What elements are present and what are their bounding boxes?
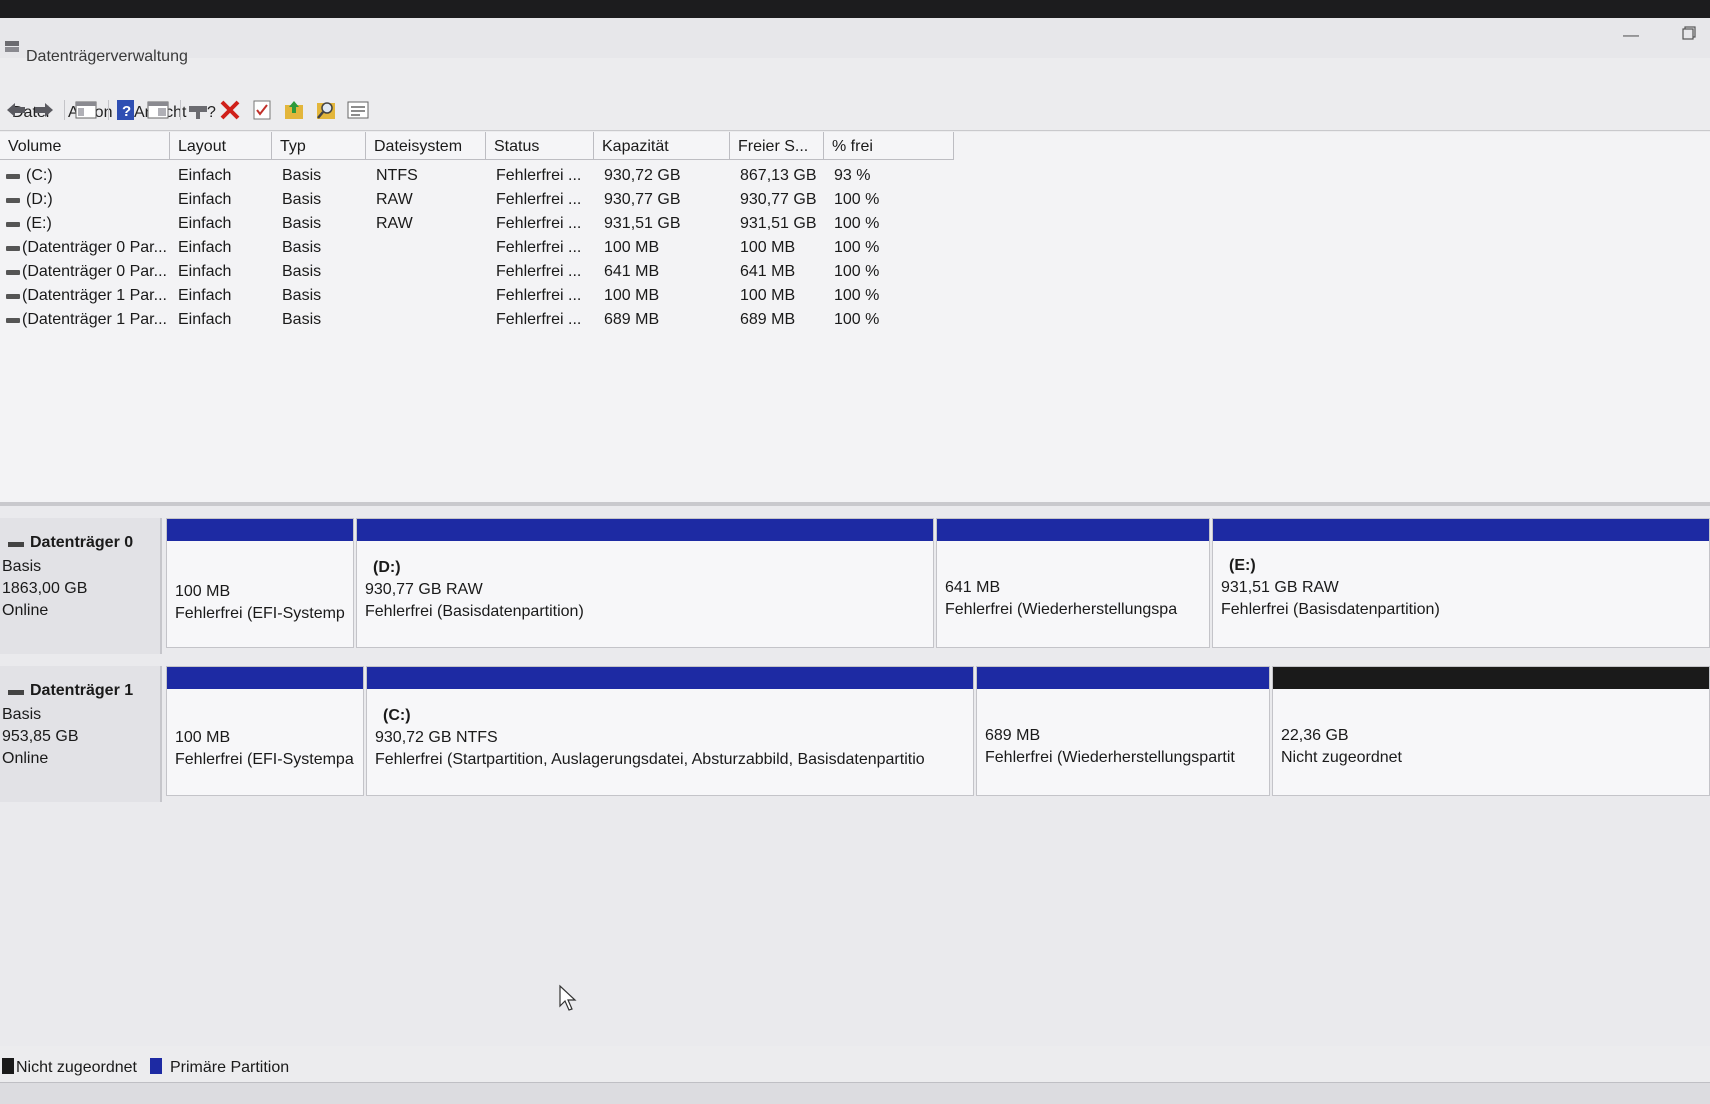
- disk-0-partition-e[interactable]: (E:) 931,51 GB RAW Fehlerfrei (Basisdate…: [1212, 518, 1710, 648]
- connect-disk-icon[interactable]: [186, 98, 210, 122]
- disk-icon: [8, 542, 24, 547]
- svg-text:?: ?: [122, 103, 131, 120]
- title-bar: Datenträgerverwaltung —: [0, 18, 1710, 65]
- volume-row[interactable]: (Datenträger 1 Par... Einfach Basis Fehl…: [0, 284, 955, 308]
- menu-bar: Datei Aktion Ansicht ?: [0, 60, 1710, 121]
- volume-icon: [6, 174, 20, 179]
- volume-row[interactable]: (Datenträger 1 Par... Einfach Basis Fehl…: [0, 308, 955, 332]
- back-icon[interactable]: [4, 98, 28, 122]
- disk-1-unallocated[interactable]: 22,36 GB Nicht zugeordnet: [1272, 666, 1710, 796]
- disk-icon: [8, 690, 24, 695]
- disk-1-partition-efi[interactable]: 100 MB Fehlerfrei (EFI-Systempa: [166, 666, 364, 796]
- volume-row[interactable]: (D:) Einfach Basis RAW Fehlerfrei ... 93…: [0, 188, 955, 212]
- col-kapazitaet[interactable]: Kapazität: [594, 132, 730, 160]
- col-layout[interactable]: Layout: [170, 132, 272, 160]
- legend-unallocated: Nicht zugeordnet: [16, 1059, 137, 1076]
- disk-management-app-icon: [5, 41, 19, 52]
- col-prozent-frei[interactable]: % frei: [824, 132, 954, 160]
- col-status[interactable]: Status: [486, 132, 594, 160]
- search-icon[interactable]: [314, 98, 338, 122]
- col-dateisystem[interactable]: Dateisystem: [366, 132, 486, 160]
- disk-management-window: Datenträgerverwaltung — Datei Aktion Ans…: [0, 18, 1710, 1104]
- disk-0-partition-efi[interactable]: 100 MB Fehlerfrei (EFI-Systemp: [166, 518, 354, 648]
- help-icon[interactable]: ?: [114, 98, 138, 122]
- disk-1-partition-c[interactable]: (C:) 930,72 GB NTFS Fehlerfrei (Startpar…: [366, 666, 974, 796]
- disk-1-partition-recovery[interactable]: 689 MB Fehlerfrei (Wiederherstellungspar…: [976, 666, 1270, 796]
- volume-icon: [6, 294, 20, 299]
- legend: Nicht zugeordnet Primäre Partition: [0, 1050, 1710, 1080]
- mouse-cursor-icon: [559, 984, 577, 1011]
- status-bar: [0, 1082, 1710, 1104]
- folder-up-icon[interactable]: [282, 98, 306, 122]
- delete-icon[interactable]: [218, 98, 242, 122]
- col-freier-speicher[interactable]: Freier S...: [730, 132, 824, 160]
- disk-0-partition-d[interactable]: (D:) 930,77 GB RAW Fehlerfrei (Basisdate…: [356, 518, 934, 648]
- properties-view-icon[interactable]: [146, 98, 170, 122]
- volume-icon: [6, 222, 20, 227]
- disk-1-label[interactable]: Datenträger 1 Basis 953,85 GB Online: [0, 666, 162, 802]
- volume-icon: [6, 198, 20, 203]
- minimize-button[interactable]: —: [1622, 28, 1640, 44]
- volume-icon: [6, 246, 20, 251]
- disk-0-label[interactable]: Datenträger 0 Basis 1863,00 GB Online: [0, 518, 162, 654]
- disk-0-partition-recovery[interactable]: 641 MB Fehlerfrei (Wiederherstellungspa: [936, 518, 1210, 648]
- volume-list: Volume Layout Typ Dateisystem Status Kap…: [0, 132, 1710, 502]
- volume-row[interactable]: (Datenträger 0 Par... Einfach Basis Fehl…: [0, 260, 955, 284]
- volume-icon: [6, 318, 20, 323]
- disk-map: Datenträger 0 Basis 1863,00 GB Online 10…: [0, 506, 1710, 1046]
- col-volume[interactable]: Volume: [0, 132, 170, 160]
- col-typ[interactable]: Typ: [272, 132, 366, 160]
- legend-primary: Primäre Partition: [170, 1059, 290, 1076]
- volume-list-header: Volume Layout Typ Dateisystem Status Kap…: [0, 132, 955, 162]
- legend-swatch-unallocated: [2, 1058, 14, 1074]
- maximize-button[interactable]: [1682, 26, 1696, 40]
- volume-icon: [6, 270, 20, 275]
- volume-row[interactable]: (Datenträger 0 Par... Einfach Basis Fehl…: [0, 236, 955, 260]
- volume-row[interactable]: (E:) Einfach Basis RAW Fehlerfrei ... 93…: [0, 212, 955, 236]
- check-icon[interactable]: [250, 98, 274, 122]
- list-view-icon[interactable]: [346, 98, 370, 122]
- volume-row[interactable]: (C:) Einfach Basis NTFS Fehlerfrei ... 9…: [0, 164, 955, 188]
- toolbar: ?: [0, 90, 1710, 131]
- legend-swatch-primary: [150, 1058, 162, 1074]
- forward-icon[interactable]: [32, 98, 56, 122]
- console-tree-icon[interactable]: [74, 98, 98, 122]
